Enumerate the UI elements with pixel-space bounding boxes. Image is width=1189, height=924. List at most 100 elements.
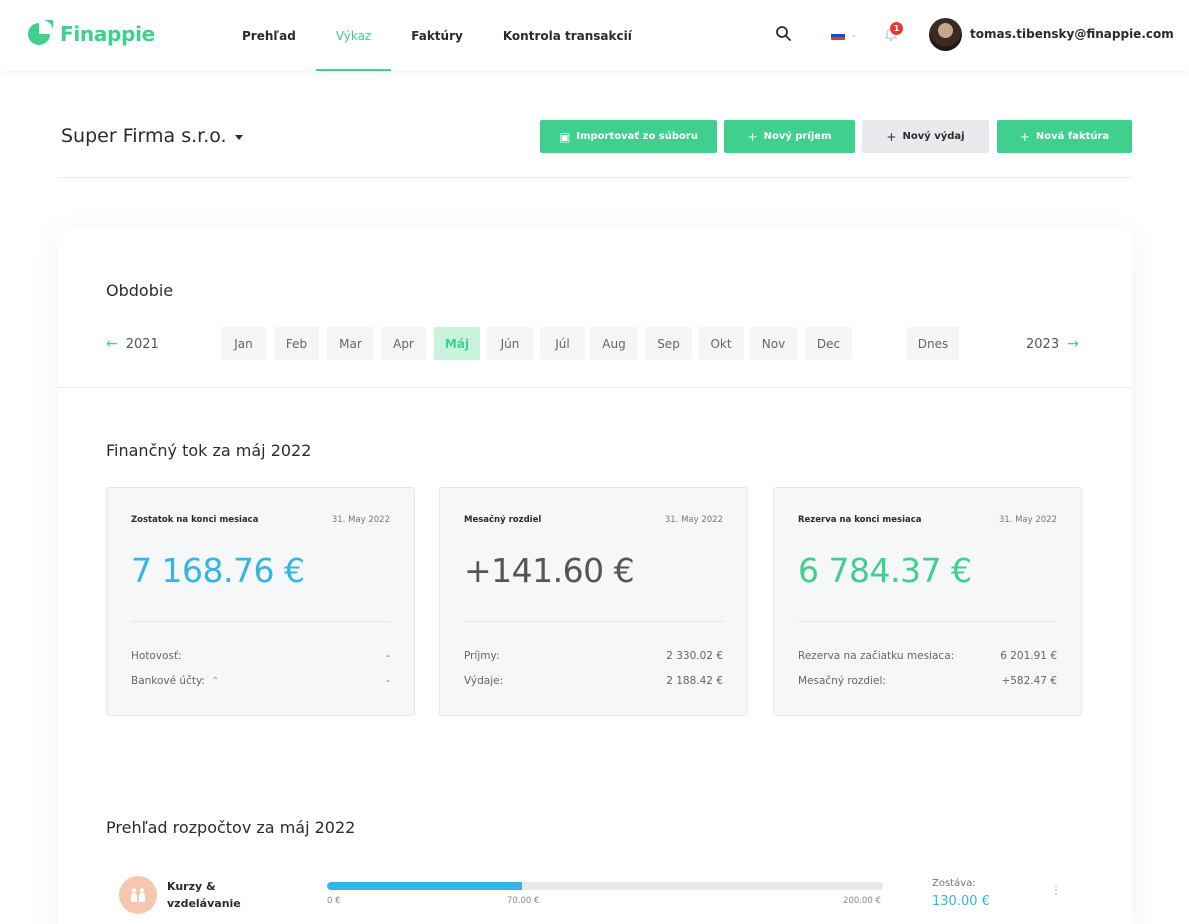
- reserve-difference-label: Mesačný rozdiel:: [798, 675, 886, 687]
- month-sep[interactable]: Sep: [645, 327, 692, 360]
- month-apr[interactable]: Apr: [381, 327, 426, 360]
- more-options-icon[interactable]: ⋮: [1050, 884, 1062, 896]
- plus-icon: +: [1019, 129, 1030, 144]
- plus-icon: +: [886, 129, 897, 144]
- budget-progress-fill: [327, 882, 522, 890]
- budget-remaining-value: 130.00 €: [932, 894, 990, 909]
- bank-accounts-toggle[interactable]: Bankové účty: ⌃: [131, 675, 219, 687]
- month-jan[interactable]: Jan: [221, 327, 266, 360]
- period-title: Obdobie: [106, 281, 174, 300]
- avatar[interactable]: [929, 18, 962, 51]
- tile-date: 31. May 2022: [664, 515, 723, 525]
- header-divider: [57, 177, 1132, 178]
- tile-date: 31. May 2022: [331, 515, 390, 525]
- budget-remaining-label: Zostáva:: [932, 878, 976, 889]
- slovak-flag-icon: [831, 30, 845, 40]
- budgets-title: Prehľad rozpočtov za máj 2022: [106, 818, 356, 837]
- tile-divider: [464, 621, 723, 622]
- logo-icon: [28, 20, 53, 45]
- budget-tick-total: 200.00 €: [843, 896, 881, 906]
- reserve-start-value: 6 201.91 €: [1000, 650, 1057, 662]
- budget-tick-start: 0 €: [327, 896, 341, 906]
- import-button[interactable]: ▣ Importovať zo súboru: [540, 120, 717, 153]
- expenses-label: Výdaje:: [464, 675, 504, 687]
- next-year-button[interactable]: 2023 →: [1026, 336, 1079, 352]
- tile-date: 31. May 2022: [998, 515, 1057, 525]
- cash-row: Hotovosť: -: [131, 650, 390, 662]
- expenses-value: 2 188.42 €: [666, 675, 723, 687]
- bank-accounts-row[interactable]: Bankové účty: ⌃ -: [131, 675, 390, 687]
- expenses-row: Výdaje: 2 188.42 €: [464, 675, 723, 687]
- today-button[interactable]: Dnes: [907, 327, 959, 360]
- arrow-right-icon: →: [1067, 336, 1079, 352]
- income-label: Príjmy:: [464, 650, 500, 662]
- month-feb[interactable]: Feb: [274, 327, 319, 360]
- nav-item-kontrola-transakcii[interactable]: Kontrola transakcií: [483, 0, 652, 71]
- logo-text: Finappie: [60, 22, 155, 46]
- new-expense-button-label: Nový výdaj: [902, 131, 965, 142]
- company-name: Super Firma s.r.o.: [61, 125, 227, 147]
- prev-year-label: 2021: [125, 336, 159, 352]
- new-expense-button[interactable]: + Nový výdaj: [862, 120, 989, 153]
- next-year-label: 2023: [1026, 336, 1060, 352]
- cash-label: Hotovosť:: [131, 650, 182, 662]
- nav-item-faktury[interactable]: Faktúry: [391, 0, 483, 71]
- income-row: Príjmy: 2 330.02 €: [464, 650, 723, 662]
- bank-accounts-value: -: [386, 675, 390, 687]
- chevron-down-icon: ⌄: [850, 30, 858, 40]
- month-okt[interactable]: Okt: [698, 327, 744, 360]
- people-icon-glyph: [131, 888, 145, 902]
- reserve-tile: Rezerva na konci mesiaca 31. May 2022 6 …: [773, 487, 1082, 716]
- month-jun[interactable]: Jún: [487, 327, 533, 360]
- file-icon: ▣: [559, 129, 571, 144]
- month-mar[interactable]: Mar: [327, 327, 374, 360]
- new-invoice-button-label: Nová faktúra: [1035, 131, 1110, 142]
- balance-tile: Zostatok na konci mesiaca 31. May 2022 7…: [106, 487, 415, 716]
- tile-title: Rezerva na konci mesiaca: [798, 515, 922, 525]
- people-icon: [119, 876, 157, 914]
- arrow-left-icon: ←: [106, 336, 118, 352]
- balance-amount: 7 168.76 €: [131, 551, 305, 590]
- language-selector[interactable]: ⌄: [831, 30, 858, 40]
- month-aug[interactable]: Aug: [590, 327, 638, 360]
- monthly-difference-amount: +141.60 €: [464, 551, 635, 590]
- cashflow-title: Finančný tok za máj 2022: [106, 441, 312, 460]
- main-nav: Prehľad Výkaz Faktúry Kontrola transakci…: [222, 0, 652, 71]
- nav-item-vykaz[interactable]: Výkaz: [315, 0, 392, 71]
- company-selector[interactable]: Super Firma s.r.o.: [61, 125, 243, 147]
- nav-item-prehlad[interactable]: Prehľad: [222, 0, 316, 71]
- income-value: 2 330.02 €: [666, 650, 723, 662]
- reserve-difference-value: +582.47 €: [1001, 675, 1057, 687]
- cash-value: -: [386, 650, 390, 662]
- reserve-start-row: Rezerva na začiatku mesiaca: 6 201.91 €: [798, 650, 1057, 662]
- new-invoice-button[interactable]: + Nová faktúra: [997, 120, 1132, 153]
- month-maj[interactable]: Máj: [434, 327, 480, 360]
- import-button-label: Importovať zo súboru: [576, 131, 698, 142]
- top-bar: Finappie Prehľad Výkaz Faktúry Kontrola …: [0, 0, 1189, 71]
- chevron-up-icon[interactable]: ⌃: [211, 676, 219, 687]
- month-jul[interactable]: Júl: [540, 327, 585, 360]
- notification-badge: 1: [890, 22, 903, 35]
- tile-title: Mesačný rozdiel: [464, 515, 542, 525]
- new-income-button[interactable]: + Nový príjem: [724, 120, 855, 153]
- budget-name[interactable]: Kurzy & vzdelávanie: [167, 878, 257, 912]
- monthly-difference-tile: Mesačný rozdiel 31. May 2022 +141.60 € P…: [439, 487, 748, 716]
- tile-divider: [798, 621, 1057, 622]
- reserve-difference-row: Mesačný rozdiel: +582.47 €: [798, 675, 1057, 687]
- user-email[interactable]: tomas.tibensky@finappie.com: [970, 27, 1174, 41]
- plus-icon: +: [747, 129, 758, 144]
- budget-tick-spent: 70.00 €: [507, 896, 540, 906]
- reserve-amount: 6 784.37 €: [798, 551, 972, 590]
- tile-title: Zostatok na konci mesiaca: [131, 515, 259, 525]
- period-divider: [57, 387, 1132, 388]
- caret-down-icon: [234, 135, 243, 140]
- report-card: Obdobie ← 2021 Jan Feb Mar Apr Máj Jún J…: [57, 226, 1132, 924]
- bank-accounts-label: Bankové účty:: [131, 675, 205, 687]
- month-dec[interactable]: Dec: [805, 327, 852, 360]
- month-nov[interactable]: Nov: [750, 327, 797, 360]
- search-icon[interactable]: [774, 24, 794, 44]
- logo[interactable]: Finappie: [24, 19, 155, 49]
- budget-progress-bar: [327, 882, 883, 890]
- reserve-start-label: Rezerva na začiatku mesiaca:: [798, 650, 955, 662]
- prev-year-button[interactable]: ← 2021: [106, 336, 159, 352]
